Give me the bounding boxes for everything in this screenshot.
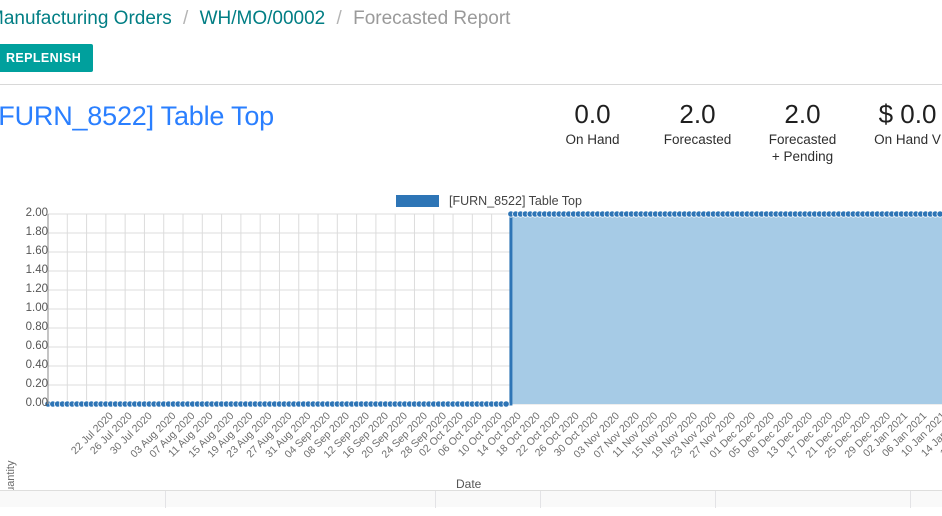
kpi-label: Forecasted [768, 132, 837, 147]
x-axis-ticks: 22 Jul 2020 26 Jul 2020 30 Jul 2020 03 Aug … [0, 190, 942, 488]
table-column-divider [540, 491, 541, 508]
table-column-divider [715, 491, 716, 508]
kpi-group: 0.0 On Hand 2.0 Forecasted 2.0 Forecaste… [540, 97, 942, 165]
kpi-on-hand-value[interactable]: $ 0.0 On Hand V [855, 97, 942, 148]
kpi-value: $ 0.0 [878, 99, 937, 129]
kpi-on-hand[interactable]: 0.0 On Hand [540, 97, 645, 148]
kpi-label-line2: + Pending [771, 149, 834, 164]
kpi-value: 0.0 [574, 99, 611, 129]
product-header: [FURN_8522] Table Top 0.0 On Hand 2.0 Fo… [0, 85, 942, 190]
page-title: [FURN_8522] Table Top [0, 101, 274, 131]
kpi-value: 2.0 [784, 99, 821, 129]
breadcrumb-item-manufacturing-orders[interactable]: Manufacturing Orders [0, 8, 172, 29]
table-column-divider [435, 491, 436, 508]
kpi-label: On Hand V [874, 132, 941, 147]
breadcrumb-separator: / [183, 8, 189, 29]
replenish-button[interactable]: REPLENISH [0, 44, 94, 72]
kpi-forecasted[interactable]: 2.0 Forecasted [645, 97, 750, 148]
table-column-divider [910, 491, 911, 508]
breadcrumb: Manufacturing Orders / WH/MO/00002 / For… [0, 7, 510, 31]
breadcrumb-item-forecasted-report: Forecasted Report [353, 8, 511, 29]
breadcrumb-bar: Manufacturing Orders / WH/MO/00002 / For… [0, 0, 942, 85]
breadcrumb-item-mo-number[interactable]: WH/MO/00002 [200, 8, 326, 29]
forecast-chart[interactable]: [FURN_8522] Table Top 2.00 1.80 1.60 1.40 1.… [0, 190, 942, 501]
chart-plot-area: 2.00 1.80 1.60 1.40 1.20 1.00 0.80 0.60 0.40 0.20… [0, 190, 942, 501]
report-table-header [0, 490, 942, 508]
kpi-label: Forecasted [663, 132, 732, 147]
x-axis-title: Date [456, 477, 482, 491]
kpi-value: 2.0 [679, 99, 716, 129]
kpi-forecasted-pending[interactable]: 2.0 Forecasted + Pending [750, 97, 855, 165]
kpi-label: On Hand [565, 132, 620, 147]
breadcrumb-separator: / [336, 8, 342, 29]
table-column-divider [165, 491, 166, 508]
